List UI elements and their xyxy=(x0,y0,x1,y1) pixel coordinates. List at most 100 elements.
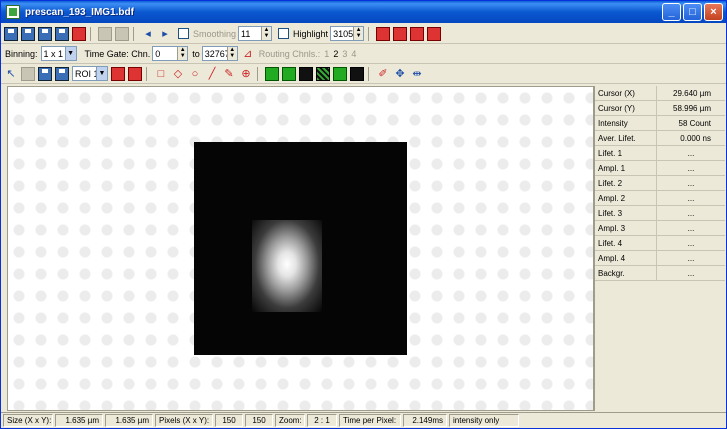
polygon-tool-icon[interactable]: ◇ xyxy=(171,67,185,81)
close-button[interactable]: × xyxy=(704,3,723,21)
display-mode-3-icon[interactable] xyxy=(299,66,313,81)
spinner-arrows-icon[interactable]: ▲ ▼ xyxy=(226,47,237,60)
chevron-down-icon[interactable]: ▼ xyxy=(64,47,76,60)
save-icon[interactable] xyxy=(4,26,18,41)
print-icon[interactable] xyxy=(427,26,442,41)
copy-icon xyxy=(98,26,112,41)
result-row: Cursor (X) 29.640 µm xyxy=(595,86,725,101)
result-label: Cursor (Y) xyxy=(595,101,657,115)
result-value: ... xyxy=(687,268,695,278)
title-bar[interactable]: prescan_193_IMG1.bdf _ □ × xyxy=(1,1,726,23)
copy-icon xyxy=(21,66,35,81)
zoom-value: 2 : 1 xyxy=(307,414,337,427)
roi-remove-icon[interactable] xyxy=(128,66,142,81)
result-row: Ampl. 1... xyxy=(595,161,725,176)
result-row: Lifet. 4... xyxy=(595,236,725,251)
size-y-value: 1.635 µm xyxy=(105,414,153,427)
result-value: ... xyxy=(687,178,695,188)
spinner-arrows-icon[interactable]: ▲ ▼ xyxy=(353,27,364,40)
result-label: Ampl. 4 xyxy=(595,251,657,265)
maximize-button[interactable]: □ xyxy=(683,3,702,21)
separator xyxy=(257,66,258,81)
result-value: 29.640 µm xyxy=(673,88,711,98)
result-value: 58 Count xyxy=(678,118,711,128)
fluorescence-scan-image[interactable] xyxy=(194,142,407,355)
circle-tool-icon[interactable]: ○ xyxy=(188,67,202,81)
result-label: Aver. Lifet. xyxy=(595,131,657,145)
save-image-icon[interactable] xyxy=(38,26,52,41)
load-roi-icon[interactable] xyxy=(55,66,69,81)
separator xyxy=(90,26,91,41)
result-row: Ampl. 3... xyxy=(595,221,725,236)
status-bar: Size (X x Y): 1.635 µm 1.635 µm Pixels (… xyxy=(1,412,726,428)
main-window: prescan_193_IMG1.bdf _ □ × ◂ ▸ Smoothing… xyxy=(0,0,727,429)
display-mode-2-icon[interactable] xyxy=(282,66,296,81)
grid-view-icon[interactable] xyxy=(316,66,330,81)
result-row: Ampl. 2... xyxy=(595,191,725,206)
arrow-right-icon[interactable]: ▸ xyxy=(158,27,172,41)
rectangle-tool-icon[interactable]: □ xyxy=(154,67,168,81)
spinner-arrows-icon[interactable]: ▲ ▼ xyxy=(261,27,272,40)
save-as-icon[interactable] xyxy=(21,26,35,41)
toolbar-middle: Binning: 1 x 1 ▼ Time Gate: Chn. 0 ▲ ▼ to… xyxy=(1,44,726,64)
send-icon[interactable] xyxy=(393,26,408,41)
freehand-tool-icon[interactable]: ✎ xyxy=(222,67,236,81)
chevron-down-icon[interactable]: ▼ xyxy=(96,67,107,80)
highlight-spinner[interactable]: 3105 ▲ ▼ xyxy=(330,26,365,41)
resize-icon[interactable]: ⇹ xyxy=(410,67,424,81)
pixels-label: Pixels (X x Y): xyxy=(155,414,213,427)
result-label: Intensity xyxy=(595,116,657,130)
cursor-icon[interactable]: ↖ xyxy=(4,67,18,81)
result-label: Ampl. 1 xyxy=(595,161,657,175)
time-per-pixel-value: 2.149ms xyxy=(403,414,447,427)
pixels-y-value: 150 xyxy=(245,414,273,427)
move-icon[interactable]: ✥ xyxy=(393,67,407,81)
export-icon[interactable] xyxy=(376,26,391,41)
time-gate-from-spinner[interactable]: 0 ▲ ▼ xyxy=(152,46,189,61)
arrow-left-icon[interactable]: ◂ xyxy=(141,27,155,41)
bright-spot xyxy=(252,220,322,312)
display-mode-4-icon[interactable] xyxy=(333,66,347,81)
separator xyxy=(368,26,370,41)
result-label: Cursor (X) xyxy=(595,86,657,100)
size-x-value: 1.635 µm xyxy=(55,414,103,427)
roi-add-icon[interactable] xyxy=(111,66,125,81)
smoothing-label: Smoothing xyxy=(193,28,237,39)
result-value: ... xyxy=(687,253,695,263)
result-label: Lifet. 4 xyxy=(595,236,657,250)
save-roi-icon[interactable] xyxy=(38,66,52,81)
routing-channel-3[interactable]: 3 xyxy=(342,49,347,59)
pen-icon[interactable]: ✐ xyxy=(376,67,390,81)
paste-icon xyxy=(115,26,129,41)
time-gate-label: Time Gate: Chn. xyxy=(84,48,151,59)
result-row: Ampl. 4... xyxy=(595,251,725,266)
result-label: Lifet. 3 xyxy=(595,206,657,220)
routing-channel-4[interactable]: 4 xyxy=(351,49,356,59)
result-row: Lifet. 1... xyxy=(595,146,725,161)
result-value: ... xyxy=(687,163,695,173)
line-tool-icon[interactable]: ╱ xyxy=(205,67,219,81)
spinner-arrows-icon[interactable]: ▲ ▼ xyxy=(177,47,188,60)
highlight-value: 3105 xyxy=(333,28,354,39)
binning-value: 1 x 1 xyxy=(43,48,64,59)
display-mode-1-icon[interactable] xyxy=(265,66,279,81)
time-gate-to-spinner[interactable]: 32767 ▲ ▼ xyxy=(201,46,238,61)
roi-select[interactable]: ROI 1 ▼ xyxy=(72,66,108,81)
smoothing-checkbox[interactable] xyxy=(178,28,189,39)
minimize-button[interactable]: _ xyxy=(662,3,681,21)
routing-channel-2[interactable]: 2 xyxy=(333,49,338,59)
time-gate-from-value: 0 xyxy=(155,48,161,59)
routing-channel-1[interactable]: 1 xyxy=(324,49,329,59)
highlight-checkbox[interactable] xyxy=(278,28,290,39)
pixels-x-value: 150 xyxy=(215,414,243,427)
target-tool-icon[interactable]: ⊕ xyxy=(239,67,253,81)
gate-icon[interactable]: ⊿ xyxy=(241,47,255,61)
save-all-icon[interactable] xyxy=(55,26,69,41)
roi-value: ROI 1 xyxy=(75,68,99,79)
smoothing-spinner[interactable]: 11 ▲ ▼ xyxy=(238,26,273,41)
filter-icon[interactable] xyxy=(410,26,425,41)
tools-icon[interactable] xyxy=(72,26,86,41)
toolbar-bottom: ↖ ROI 1 ▼ □ ◇ ○ ╱ ✎ ⊕ ✐ ✥ ⇹ xyxy=(1,64,726,84)
display-mode-5-icon[interactable] xyxy=(350,66,364,81)
binning-select[interactable]: 1 x 1 ▼ xyxy=(40,46,77,61)
